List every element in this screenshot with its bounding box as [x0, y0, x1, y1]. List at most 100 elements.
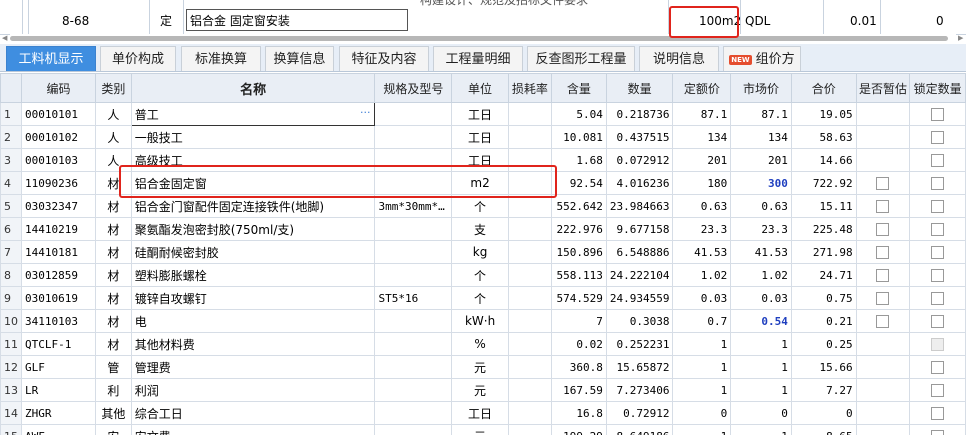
header-unit[interactable]: 单位: [451, 73, 509, 103]
tab-conversion-info[interactable]: 换算信息: [265, 46, 334, 71]
cell-unit[interactable]: 工日: [451, 102, 509, 126]
cell-provisional[interactable]: [855, 194, 911, 218]
cell-content[interactable]: 10.081: [550, 125, 607, 149]
cell-name[interactable]: 塑料膨胀螺栓: [130, 263, 376, 287]
tab-material-display[interactable]: 工料机显示: [6, 46, 96, 71]
cell-total[interactable]: 7.27: [790, 378, 857, 402]
cell-provisional[interactable]: [855, 378, 911, 402]
checkbox[interactable]: [931, 246, 945, 259]
checkbox[interactable]: [876, 177, 890, 190]
cell-quota-price[interactable]: 23.3: [672, 217, 732, 241]
cell-spec[interactable]: [374, 240, 453, 264]
checkbox[interactable]: [876, 315, 890, 328]
checkbox[interactable]: [931, 430, 945, 435]
cell-quota-price[interactable]: 0.7: [672, 309, 732, 333]
checkbox[interactable]: [931, 384, 945, 397]
cell-lock-qty[interactable]: [909, 125, 966, 149]
checkbox[interactable]: [931, 131, 945, 144]
tab-features-content[interactable]: 特征及内容: [339, 46, 429, 71]
cell-lock-qty[interactable]: [909, 171, 966, 195]
cell-market-price[interactable]: 0.03: [730, 286, 792, 310]
cell-spec[interactable]: [374, 263, 453, 287]
cell-total[interactable]: 14.66: [790, 148, 857, 172]
cell-code[interactable]: LR: [20, 378, 97, 402]
tab-description[interactable]: 说明信息: [639, 46, 719, 71]
cell-loss-rate[interactable]: [507, 263, 552, 287]
cell-quota-price[interactable]: 201: [672, 148, 732, 172]
cell-content[interactable]: 552.642: [550, 194, 607, 218]
checkbox[interactable]: [931, 108, 945, 121]
cell-total[interactable]: 8.65: [790, 424, 857, 435]
cell-name[interactable]: 安文费: [130, 424, 376, 435]
header-quota-price[interactable]: 定额价: [672, 73, 732, 103]
header-content[interactable]: 含量: [550, 73, 607, 103]
cell-code[interactable]: 11090236: [20, 171, 97, 195]
header-lock-qty[interactable]: 锁定数量: [909, 73, 966, 103]
cell-quota-price[interactable]: 1.02: [672, 263, 732, 287]
cell-name[interactable]: 普工 ···: [130, 102, 376, 126]
cell-lock-qty[interactable]: [909, 148, 966, 172]
cell-loss-rate[interactable]: [507, 286, 552, 310]
cell-name[interactable]: 聚氨酯发泡密封胶(750ml/支): [130, 217, 376, 241]
cell-content[interactable]: 199.29: [550, 424, 607, 435]
cell-content[interactable]: 1.68: [550, 148, 607, 172]
cell-unit[interactable]: kg: [451, 240, 509, 264]
cell-market-price[interactable]: 0: [730, 401, 792, 425]
cell-total[interactable]: 0.75: [790, 286, 857, 310]
cell-name[interactable]: 电: [130, 309, 376, 333]
cell-quantity[interactable]: 8.649186: [605, 424, 674, 435]
horizontal-scrollbar[interactable]: ◀ ▶: [2, 34, 963, 42]
cell-category[interactable]: 材: [95, 217, 132, 241]
cell-quantity[interactable]: 7.273406: [605, 378, 674, 402]
checkbox[interactable]: [931, 315, 945, 328]
cell-code[interactable]: QTCLF-1: [20, 332, 97, 356]
table-row[interactable]: 11 QTCLF-1 材其他材料费% 0.02 0.252231 1 1 0.25: [0, 332, 966, 356]
cell-name[interactable]: 硅酮耐候密封胶: [130, 240, 376, 264]
cell-quantity[interactable]: 15.65872: [605, 355, 674, 379]
scroll-left-icon[interactable]: ◀: [2, 34, 7, 42]
cell-total[interactable]: 15.11: [790, 194, 857, 218]
cell-market-price[interactable]: 87.1: [730, 102, 792, 126]
cell-quota-price[interactable]: 180: [672, 171, 732, 195]
table-row[interactable]: 14 ZHGR 其他 综合工日 工日 16.8 0.72912 0 0 0: [0, 401, 966, 425]
cell-quota-price[interactable]: 0: [672, 401, 732, 425]
cell-market-price[interactable]: 1.02: [730, 263, 792, 287]
cell-provisional[interactable]: [855, 125, 911, 149]
checkbox[interactable]: [876, 269, 890, 282]
cell-name[interactable]: 其他材料费: [130, 332, 376, 356]
cell-unit[interactable]: %: [451, 332, 509, 356]
cell-quota-price[interactable]: 1: [672, 378, 732, 402]
tab-reverse-graphic-quantity[interactable]: 反查图形工程量: [527, 46, 635, 71]
cell-loss-rate[interactable]: [507, 217, 552, 241]
cell-loss-rate[interactable]: [507, 378, 552, 402]
cell-category[interactable]: 材: [95, 309, 132, 333]
cell-total[interactable]: 19.05: [790, 102, 857, 126]
cell-content[interactable]: 360.8: [550, 355, 607, 379]
tab-standard-conversion[interactable]: 标准换算: [181, 46, 261, 71]
table-row[interactable]: 6 14410219 材聚氨酯发泡密封胶(750ml/支) 支 222.976 9.677…: [0, 217, 966, 241]
header-market-price[interactable]: 市场价: [730, 73, 792, 103]
cell-code[interactable]: ZHGR: [20, 401, 97, 425]
header-code[interactable]: 编码: [20, 73, 97, 103]
checkbox[interactable]: [931, 338, 945, 351]
cell-lock-qty[interactable]: [909, 355, 966, 379]
cell-provisional[interactable]: [855, 240, 911, 264]
cell-code[interactable]: AWF: [20, 424, 97, 435]
cell-spec[interactable]: [374, 102, 453, 126]
cell-content[interactable]: 16.8: [550, 401, 607, 425]
cell-quantity[interactable]: 0.252231: [605, 332, 674, 356]
cell-unit[interactable]: 工日: [451, 125, 509, 149]
cell-lock-qty[interactable]: [909, 217, 966, 241]
cell-name[interactable]: 镀锌自攻螺钉: [130, 286, 376, 310]
cell-spec[interactable]: [374, 355, 453, 379]
checkbox[interactable]: [876, 223, 890, 236]
cell-lock-qty[interactable]: [909, 102, 966, 126]
cell-market-price[interactable]: 23.3: [730, 217, 792, 241]
checkbox[interactable]: [931, 223, 945, 236]
cell-category[interactable]: 材: [95, 286, 132, 310]
cell-lock-qty[interactable]: [909, 194, 966, 218]
cell-market-price[interactable]: 1: [730, 378, 792, 402]
cell-category[interactable]: 管: [95, 355, 132, 379]
table-row[interactable]: 13 LR 利利润元 167.59 7.273406 1 1 7.27: [0, 378, 966, 402]
cell-content[interactable]: 92.54: [550, 171, 607, 195]
